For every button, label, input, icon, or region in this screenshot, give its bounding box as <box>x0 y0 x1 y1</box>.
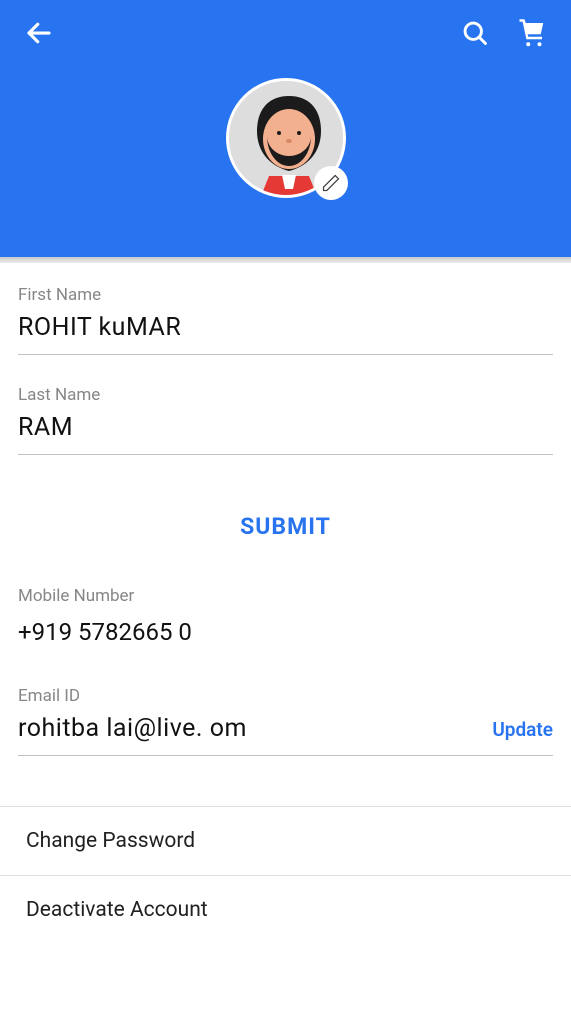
email-field: Email ID rohitba lai@live. om Update <box>18 686 553 756</box>
cart-icon[interactable] <box>517 18 547 52</box>
last-name-field: Last Name <box>18 385 553 455</box>
header <box>0 0 571 257</box>
edit-avatar-icon[interactable] <box>314 166 348 200</box>
mobile-field: Mobile Number +919 5782665 0 <box>18 586 553 646</box>
avatar-container[interactable] <box>226 78 346 198</box>
mobile-value: +919 5782665 0 <box>18 614 553 646</box>
email-value: rohitba lai@live. om <box>18 714 247 743</box>
account-actions: Change Password Deactivate Account <box>0 806 571 944</box>
first-name-label: First Name <box>18 285 553 305</box>
top-bar <box>0 0 571 70</box>
first-name-field: First Name <box>18 285 553 355</box>
search-icon[interactable] <box>461 19 489 51</box>
deactivate-account-item[interactable]: Deactivate Account <box>0 875 571 944</box>
profile-form: First Name Last Name SUBMIT Mobile Numbe… <box>0 263 571 756</box>
last-name-input[interactable] <box>18 413 553 442</box>
mobile-label: Mobile Number <box>18 586 553 606</box>
submit-label: SUBMIT <box>240 513 331 540</box>
back-icon[interactable] <box>24 18 54 52</box>
first-name-input[interactable] <box>18 313 553 342</box>
right-icons <box>461 18 547 52</box>
update-email-link[interactable]: Update <box>492 718 553 741</box>
last-name-label: Last Name <box>18 385 553 405</box>
email-label: Email ID <box>18 686 553 706</box>
change-password-item[interactable]: Change Password <box>0 806 571 875</box>
submit-button[interactable]: SUBMIT <box>18 485 553 568</box>
